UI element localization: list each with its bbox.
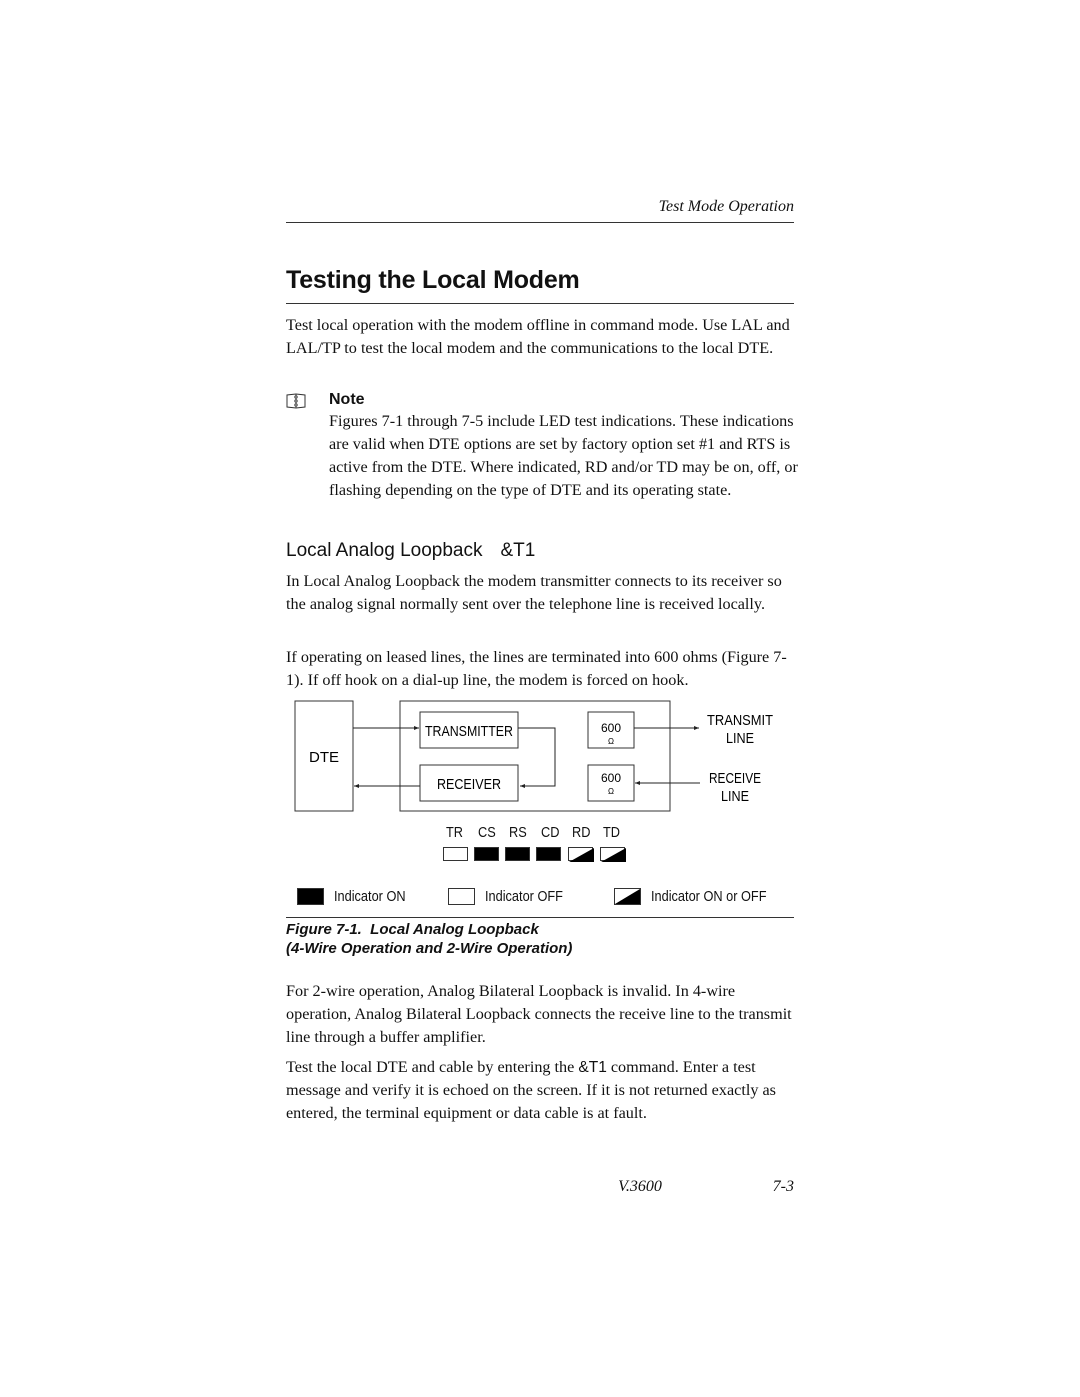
led-label-rs: RS — [509, 824, 527, 841]
legend-off-label: Indicator OFF — [485, 888, 563, 905]
led-indicator-tr-off — [443, 847, 468, 861]
intro-paragraph: Test local operation with the modem offl… — [286, 316, 790, 357]
figure-caption-line2: (4-Wire Operation and 2-Wire Operation) — [286, 940, 573, 957]
legend-off-swatch — [448, 888, 475, 905]
led-indicator-td-either — [600, 847, 626, 862]
dte-label: DTE — [309, 749, 339, 766]
receive-resistor-unit: Ω — [608, 787, 614, 796]
header-rule — [286, 222, 794, 223]
legend-either-label: Indicator ON or OFF — [651, 888, 767, 905]
led-label-td: TD — [603, 824, 620, 841]
legend-either-swatch — [614, 888, 641, 905]
paragraph-text: Test the local DTE and cable by entering… — [286, 1058, 579, 1076]
section-paragraph: In Local Analog Loopback the modem trans… — [286, 572, 782, 613]
transmit-line-label: LINE — [726, 730, 754, 747]
command-text: &T1 — [578, 1059, 607, 1076]
led-indicator-rd-either — [568, 847, 594, 862]
receive-line-label: RECEIVE — [709, 770, 761, 787]
footer-document-name: V.3600 — [618, 1178, 662, 1195]
transmit-resistor-unit: Ω — [608, 737, 614, 746]
body-paragraph: For 2-wire operation, Analog Bilateral L… — [286, 982, 792, 1046]
receive-line-label: LINE — [721, 788, 749, 805]
led-indicator-rs-on — [505, 847, 530, 861]
led-label-tr: TR — [446, 824, 463, 841]
figure-caption-line1: Figure 7-1. Local Analog Loopback — [286, 921, 539, 938]
led-label-cd: CD — [541, 824, 560, 841]
page-title: Testing the Local Modem — [286, 266, 580, 294]
led-label-cs: CS — [478, 824, 496, 841]
receive-resistor-value: 600 — [601, 771, 621, 785]
legend-on-label: Indicator ON — [334, 888, 406, 905]
loopback-path — [518, 727, 556, 788]
section-paragraph: If operating on leased lines, the lines … — [286, 648, 787, 689]
transmit-resistor-value: 600 — [601, 721, 621, 735]
running-header: Test Mode Operation — [658, 198, 794, 215]
section-heading-command: &T1 — [500, 540, 536, 561]
title-rule — [286, 303, 794, 304]
led-label-rd: RD — [572, 824, 591, 841]
modem-box — [399, 700, 671, 812]
section-heading-title: Local Analog Loopback — [286, 540, 483, 561]
section-heading: Local Analog Loopback &T1 — [286, 540, 535, 562]
footer-page-number: 7-3 — [772, 1178, 794, 1195]
receiver-label: RECEIVER — [437, 776, 501, 793]
led-indicator-cs-on — [474, 847, 499, 861]
note-book-icon — [286, 393, 306, 409]
led-indicator-cd-on — [536, 847, 561, 861]
figure-rule — [286, 917, 794, 918]
loopback-diagram: DTE TRANSMITTER RECEIVER 600 Ω 600 Ω TRA… — [294, 700, 773, 812]
note-label: Note — [329, 391, 365, 408]
transmit-line-label: TRANSMIT — [707, 712, 773, 729]
body-paragraph: Test the local DTE and cable by entering… — [286, 1056, 796, 1125]
legend-on-swatch — [297, 888, 324, 905]
transmitter-label: TRANSMITTER — [425, 723, 513, 740]
note-text: Figures 7-1 through 7-5 include LED test… — [329, 412, 798, 499]
figure-caption: Figure 7-1. Local Analog Loopback (4-Wir… — [286, 920, 572, 958]
